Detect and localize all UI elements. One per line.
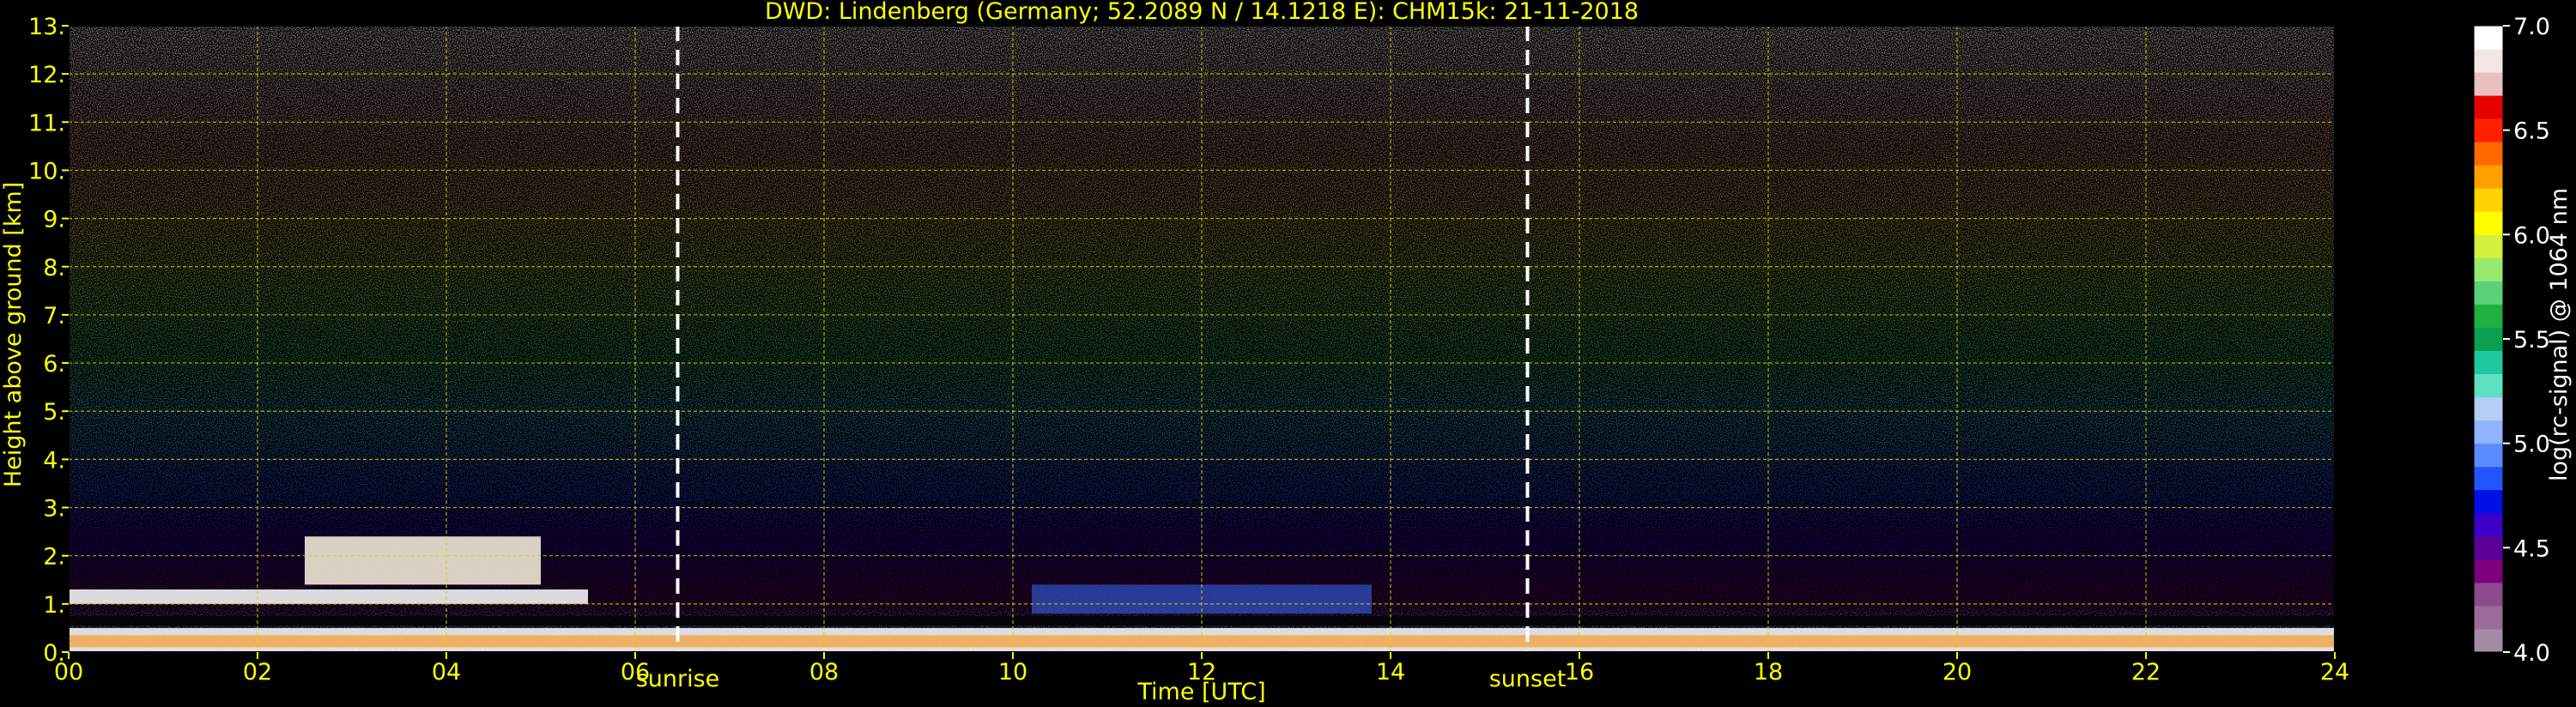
colorbar-swatch (2474, 49, 2503, 73)
y-tick-label: 6. (43, 351, 65, 378)
x-tick-label: 18 (1754, 659, 1783, 686)
colorbar: 4.0 4.5 5.0 5.5 6.0 6.5 7.0 (2473, 14, 2550, 667)
colorbar-swatch (2474, 535, 2503, 560)
y-tick-label: 3. (43, 496, 65, 523)
colorbar-swatch (2474, 512, 2503, 537)
x-tick-label: 02 (243, 659, 272, 686)
colorbar-swatch (2474, 582, 2503, 607)
colorbar-swatch (2474, 211, 2503, 235)
y-tick-label: 10. (28, 158, 65, 184)
feature-low-cloud-layer (69, 589, 588, 604)
colorbar-swatch (2474, 142, 2503, 166)
colorbar-swatch (2474, 420, 2503, 444)
colorbar-swatch (2474, 72, 2503, 96)
colorbar-swatch (2474, 628, 2503, 653)
x-tick-label: 08 (809, 659, 839, 686)
y-tick-label: 13. (28, 14, 65, 40)
colorbar-swatch (2474, 373, 2503, 398)
colorbar-swatch (2474, 489, 2503, 514)
colorbar-swatch (2474, 327, 2503, 352)
sunset-label: sunset (1489, 666, 1567, 692)
colorbar-swatch (2474, 165, 2503, 189)
x-tick-label: 14 (1376, 659, 1405, 686)
x-tick-label: 10 (998, 659, 1027, 686)
colorbar-swatch (2474, 257, 2503, 281)
x-tick-label: 24 (2320, 659, 2349, 686)
y-tick-label: 5. (43, 399, 65, 426)
y-tick-label: 8. (43, 255, 65, 281)
colorbar-tick-label: 5.5 (2513, 327, 2550, 354)
y-axis-label: Height above ground [km] (0, 182, 27, 487)
y-tick-label: 2. (43, 544, 65, 571)
colorbar-swatch (2474, 118, 2503, 142)
ceilometer-figure: sunrise sunset 00 02 04 06 08 10 12 14 16 18 20 22 24… (0, 0, 2573, 705)
x-tick-label: 04 (432, 659, 461, 686)
x-tick-label: 06 (621, 659, 650, 686)
x-tick-label: 22 (2131, 659, 2161, 686)
colorbar-swatch (2474, 188, 2503, 212)
feature-cloud-patches (305, 536, 541, 585)
y-tick-label: 0. (43, 640, 65, 667)
colorbar-swatch (2474, 95, 2503, 119)
colorbar-swatch (2474, 443, 2503, 468)
colorbar-swatch (2474, 466, 2503, 491)
x-axis-label: Time [UTC] (1136, 679, 1265, 705)
colorbar-swatch (2474, 304, 2503, 328)
y-tick-label: 1. (43, 592, 65, 619)
y-tick-label: 7. (43, 303, 65, 329)
y-tick-label: 12. (28, 62, 65, 88)
x-tick-label: 20 (1943, 659, 1972, 686)
y-tick-label: 4. (43, 447, 65, 474)
colorbar-swatch (2474, 605, 2503, 630)
y-tick-label: 11. (28, 110, 65, 136)
x-tick-label: 16 (1565, 659, 1594, 686)
colorbar-swatch (2474, 396, 2503, 421)
colorbar-swatch (2474, 234, 2503, 258)
colorbar-tick-label: 7.0 (2513, 14, 2550, 40)
colorbar-tick-label: 5.0 (2513, 432, 2550, 458)
chart-title: DWD: Lindenberg (Germany; 52.2089 N / 14… (765, 0, 1639, 25)
colorbar-swatch (2474, 26, 2503, 50)
colorbar-swatch (2474, 559, 2503, 583)
colorbar-label: log(rc-signal) @ 1064 nm (2546, 188, 2573, 481)
colorbar-tick-label: 4.5 (2513, 535, 2550, 562)
colorbar-tick-label: 4.0 (2513, 640, 2550, 667)
colorbar-swatch (2474, 350, 2503, 375)
y-tick-label: 9. (43, 207, 65, 233)
colorbar-swatch (2474, 281, 2503, 305)
colorbar-tick-label: 6.0 (2513, 222, 2550, 249)
colorbar-tick-label: 6.5 (2513, 118, 2550, 145)
